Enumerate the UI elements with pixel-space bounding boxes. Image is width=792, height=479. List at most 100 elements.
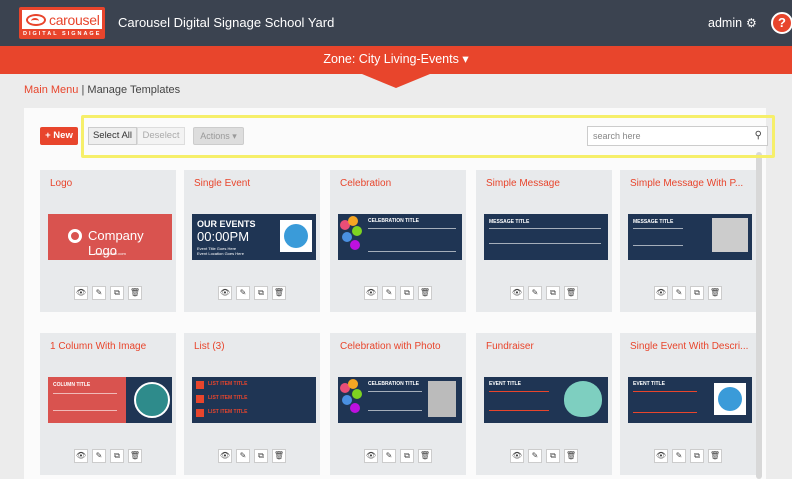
trash-icon[interactable]: 🗑 bbox=[418, 449, 432, 463]
card-actions: 👁 ✎ ⧉ 🗑 bbox=[510, 286, 578, 300]
template-card-list-3[interactable]: List (3) LIST ITEM TITLE LIST ITEM TITLE… bbox=[184, 333, 320, 475]
logo-word: carousel bbox=[49, 11, 100, 28]
admin-menu[interactable]: admin ⚙ bbox=[708, 16, 757, 30]
pencil-icon[interactable]: ✎ bbox=[236, 449, 250, 463]
trash-icon[interactable]: 🗑 bbox=[564, 286, 578, 300]
breadcrumb-separator: | bbox=[81, 84, 85, 96]
copy-icon[interactable]: ⧉ bbox=[400, 449, 414, 463]
copy-icon[interactable]: ⧉ bbox=[254, 449, 268, 463]
airplane-icon bbox=[134, 382, 170, 418]
template-thumbnail[interactable]: CELEBRATION TITLE bbox=[338, 214, 462, 260]
person-photo-icon bbox=[428, 381, 456, 417]
breadcrumb-current: Manage Templates bbox=[87, 84, 181, 96]
copy-icon[interactable]: ⧉ bbox=[110, 286, 124, 300]
template-title[interactable]: 1 Column With Image bbox=[50, 341, 170, 352]
eye-icon[interactable]: 👁 bbox=[74, 449, 88, 463]
template-card-simple-message[interactable]: Simple Message MESSAGE TITLE 👁 ✎ ⧉ 🗑 bbox=[476, 170, 612, 312]
template-card-fundraiser[interactable]: Fundraiser EVENT TITLE 👁 ✎ ⧉ 🗑 bbox=[476, 333, 612, 475]
card-actions: 👁 ✎ ⧉ 🗑 bbox=[364, 286, 432, 300]
eye-icon[interactable]: 👁 bbox=[364, 449, 378, 463]
card-actions: 👁 ✎ ⧉ 🗑 bbox=[654, 449, 722, 463]
trash-icon[interactable]: 🗑 bbox=[128, 286, 142, 300]
zone-label: Zone: City Living-Events bbox=[323, 52, 459, 66]
trash-icon[interactable]: 🗑 bbox=[128, 449, 142, 463]
template-thumbnail[interactable]: MESSAGE TITLE bbox=[484, 214, 608, 260]
breadcrumb-main-menu[interactable]: Main Menu bbox=[24, 84, 78, 96]
trash-icon[interactable]: 🗑 bbox=[418, 286, 432, 300]
template-title[interactable]: List (3) bbox=[194, 341, 314, 352]
new-template-button[interactable]: + New bbox=[40, 127, 78, 145]
eye-icon[interactable]: 👁 bbox=[510, 286, 524, 300]
trash-icon[interactable]: 🗑 bbox=[272, 286, 286, 300]
copy-icon[interactable]: ⧉ bbox=[546, 286, 560, 300]
card-actions: 👁 ✎ ⧉ 🗑 bbox=[74, 449, 142, 463]
logo-circle-icon bbox=[68, 229, 82, 243]
logo-subtitle: DIGITAL SIGNAGE bbox=[23, 31, 102, 37]
trash-icon[interactable]: 🗑 bbox=[708, 286, 722, 300]
pencil-icon[interactable]: ✎ bbox=[92, 286, 106, 300]
eye-icon[interactable]: 👁 bbox=[510, 449, 524, 463]
pencil-icon[interactable]: ✎ bbox=[382, 286, 396, 300]
template-card-1-column-image[interactable]: 1 Column With Image COLUMN TITLE 👁 ✎ ⧉ 🗑 bbox=[40, 333, 176, 475]
eye-icon[interactable]: 👁 bbox=[218, 449, 232, 463]
card-actions: 👁 ✎ ⧉ 🗑 bbox=[218, 449, 286, 463]
template-thumbnail[interactable]: CELEBRATION TITLE bbox=[338, 377, 462, 423]
pencil-icon[interactable]: ✎ bbox=[672, 449, 686, 463]
pencil-icon[interactable]: ✎ bbox=[236, 286, 250, 300]
pencil-icon[interactable]: ✎ bbox=[92, 449, 106, 463]
template-thumbnail[interactable]: EVENT TITLE bbox=[628, 377, 752, 423]
copy-icon[interactable]: ⧉ bbox=[254, 286, 268, 300]
gear-icon: ⚙ bbox=[746, 16, 757, 30]
eye-icon[interactable]: 👁 bbox=[654, 449, 668, 463]
template-card-single-event-description[interactable]: Single Event With Descri... EVENT TITLE … bbox=[620, 333, 756, 475]
card-actions: 👁 ✎ ⧉ 🗑 bbox=[510, 449, 578, 463]
copy-icon[interactable]: ⧉ bbox=[690, 449, 704, 463]
template-title[interactable]: Simple Message bbox=[486, 178, 606, 189]
template-card-celebration-photo[interactable]: Celebration with Photo CELEBRATION TITLE… bbox=[330, 333, 466, 475]
app-title: Carousel Digital Signage School Yard bbox=[118, 15, 335, 30]
eye-icon[interactable]: 👁 bbox=[218, 286, 232, 300]
pencil-icon[interactable]: ✎ bbox=[672, 286, 686, 300]
template-title[interactable]: Single Event With Descri... bbox=[630, 341, 750, 352]
calendar-icon bbox=[284, 224, 308, 248]
template-thumbnail[interactable]: COLUMN TITLE bbox=[48, 377, 172, 423]
eye-icon[interactable]: 👁 bbox=[364, 286, 378, 300]
template-card-celebration[interactable]: Celebration CELEBRATION TITLE 👁 ✎ ⧉ 🗑 bbox=[330, 170, 466, 312]
template-card-simple-message-photo[interactable]: Simple Message With P... MESSAGE TITLE 👁… bbox=[620, 170, 756, 312]
copy-icon[interactable]: ⧉ bbox=[546, 449, 560, 463]
template-thumbnail[interactable]: EVENT TITLE bbox=[484, 377, 608, 423]
copy-icon[interactable]: ⧉ bbox=[690, 286, 704, 300]
pencil-icon[interactable]: ✎ bbox=[382, 449, 396, 463]
template-thumbnail[interactable]: MESSAGE TITLE bbox=[628, 214, 752, 260]
copy-icon[interactable]: ⧉ bbox=[400, 286, 414, 300]
scrollbar[interactable] bbox=[756, 152, 762, 479]
carousel-logo[interactable]: carousel DIGITAL SIGNAGE bbox=[19, 7, 105, 39]
trash-icon[interactable]: 🗑 bbox=[564, 449, 578, 463]
help-button[interactable]: ? bbox=[771, 12, 792, 34]
template-thumbnail[interactable]: LIST ITEM TITLE LIST ITEM TITLE LIST ITE… bbox=[192, 377, 316, 423]
template-title[interactable]: Logo bbox=[50, 178, 170, 189]
breadcrumb: Main Menu | Manage Templates bbox=[24, 84, 180, 96]
zone-selector[interactable]: Zone: City Living-Events ▾ bbox=[0, 51, 792, 66]
chevron-down-icon: ▾ bbox=[462, 52, 469, 66]
copy-icon[interactable]: ⧉ bbox=[110, 449, 124, 463]
pencil-icon[interactable]: ✎ bbox=[528, 449, 542, 463]
template-thumbnail[interactable]: Company Logo www.website.com bbox=[48, 214, 172, 260]
eye-icon[interactable]: 👁 bbox=[654, 286, 668, 300]
eye-icon[interactable]: 👁 bbox=[74, 286, 88, 300]
card-actions: 👁 ✎ ⧉ 🗑 bbox=[74, 286, 142, 300]
template-thumbnail[interactable]: OUR EVENTS 00:00PM Event Title Goes Here… bbox=[192, 214, 316, 260]
template-title[interactable]: Fundraiser bbox=[486, 341, 606, 352]
card-actions: 👁 ✎ ⧉ 🗑 bbox=[218, 286, 286, 300]
calendar-icon bbox=[718, 387, 742, 411]
template-card-logo[interactable]: Logo Company Logo www.website.com 👁 ✎ ⧉ … bbox=[40, 170, 176, 312]
admin-label: admin bbox=[708, 16, 743, 30]
template-title[interactable]: Single Event bbox=[194, 178, 314, 189]
trash-icon[interactable]: 🗑 bbox=[272, 449, 286, 463]
trash-icon[interactable]: 🗑 bbox=[708, 449, 722, 463]
template-title[interactable]: Celebration with Photo bbox=[340, 341, 460, 352]
pencil-icon[interactable]: ✎ bbox=[528, 286, 542, 300]
template-title[interactable]: Celebration bbox=[340, 178, 460, 189]
template-card-single-event[interactable]: Single Event OUR EVENTS 00:00PM Event Ti… bbox=[184, 170, 320, 312]
template-title[interactable]: Simple Message With P... bbox=[630, 178, 750, 189]
